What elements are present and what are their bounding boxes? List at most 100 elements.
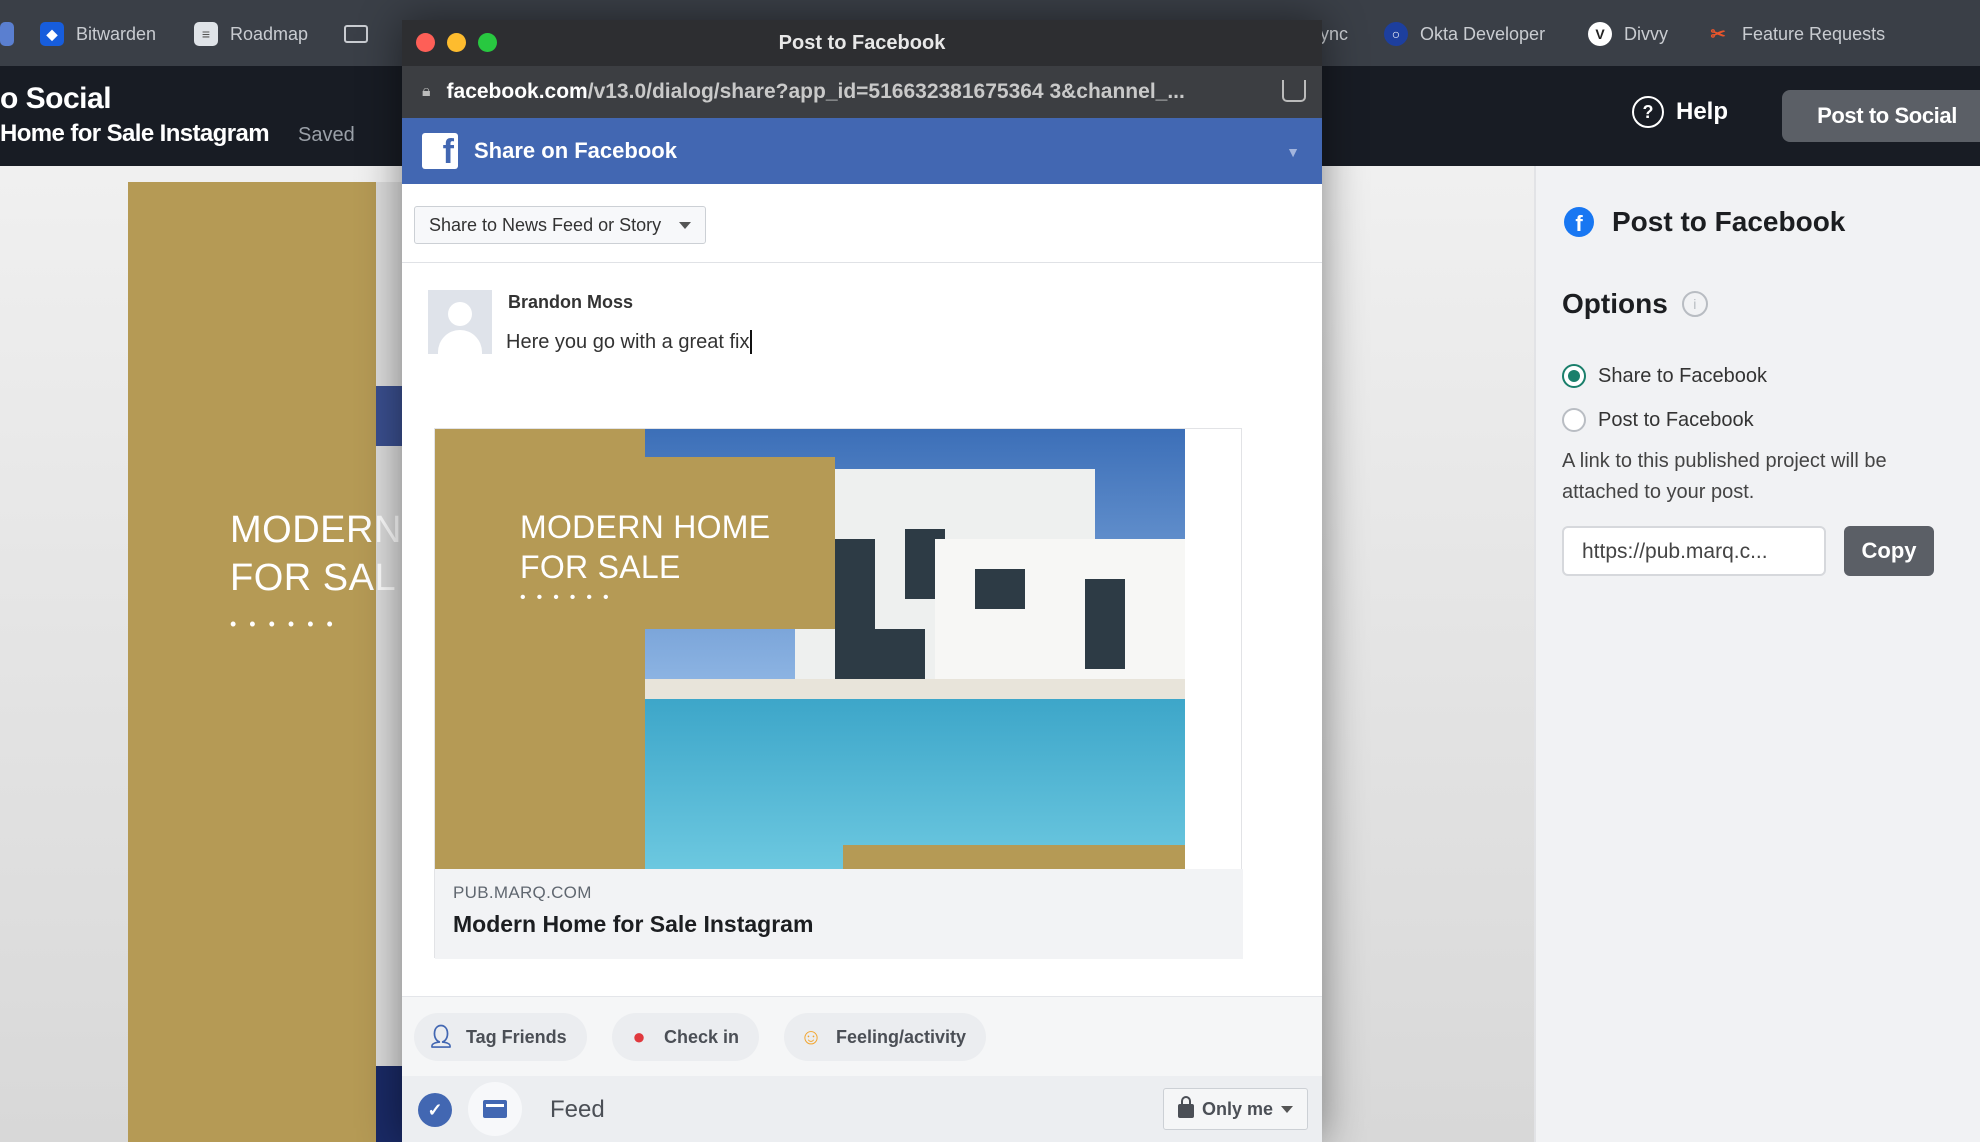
audience-label: Only me — [1201, 1098, 1273, 1119]
design-dots: •••••• — [230, 614, 346, 634]
feed-icon — [468, 1082, 522, 1136]
post-message-input[interactable]: Here you go with a great fix — [506, 330, 752, 354]
roadmap-icon: ≡ — [194, 22, 218, 46]
share-target-dropdown[interactable]: Share to News Feed or Story — [414, 206, 707, 244]
preview-image-title: MODERN HOME FOR SALE — [520, 509, 771, 585]
avatar-head — [448, 302, 472, 326]
options-label: Options — [1562, 288, 1668, 319]
bookmark-label: Divvy — [1624, 23, 1668, 44]
preview-house-wing — [935, 539, 1185, 689]
lock-icon: 🔒︎ — [422, 83, 431, 100]
post-footer: ✓ Feed Only me — [402, 1076, 1322, 1142]
feed-label: Feed — [550, 1096, 605, 1123]
bookmark-roadmap[interactable]: ≡ Roadmap — [194, 20, 308, 48]
preview-window — [835, 629, 925, 679]
okta-icon: ○ — [1384, 22, 1408, 46]
option-post-to-facebook[interactable]: Post to Facebook — [1562, 408, 1754, 432]
smiley-icon: ☺ — [799, 1024, 823, 1049]
bookmark-okta[interactable]: ○ Okta Developer — [1384, 20, 1545, 48]
avatar-body — [438, 330, 482, 354]
audience-dropdown[interactable]: Only me — [1162, 1088, 1308, 1130]
post-to-social-button[interactable]: Post to Social — [1782, 90, 1980, 142]
text-cursor — [750, 330, 752, 354]
url-host: facebook.com — [446, 80, 588, 103]
bookmark-label: Feature Requests — [1742, 23, 1886, 44]
bookmark-folder[interactable] — [344, 20, 368, 48]
bookmark-sync[interactable]: ync — [1320, 20, 1348, 48]
preview-image-dots: •••••• — [520, 589, 620, 606]
preview-image: MODERN HOME FOR SALE •••••• — [435, 429, 1185, 869]
action-label: Feeling/activity — [836, 1026, 967, 1047]
window-controls — [416, 33, 497, 52]
preview-meta: PUB.MARQ.COM Modern Home for Sale Instag… — [435, 869, 1243, 959]
action-label: Tag Friends — [466, 1026, 567, 1047]
app-title: o Social — [0, 82, 112, 115]
post-panel: f Post to Facebook Options i Share to Fa… — [1534, 166, 1980, 1142]
bookmark-label: Okta Developer — [1420, 23, 1546, 44]
post-message-text: Here you go with a great fix — [506, 330, 750, 353]
option-share-to-facebook[interactable]: Share to Facebook — [1562, 364, 1767, 388]
panel-header: f Post to Facebook — [1564, 206, 1845, 238]
location-pin-icon: ● — [632, 1024, 646, 1049]
facebook-logo-icon: f — [422, 133, 458, 169]
minimize-window-button[interactable] — [447, 33, 466, 52]
author-name: Brandon Moss — [508, 292, 634, 312]
option-label: Post to Facebook — [1598, 408, 1754, 431]
chevron-down-icon[interactable]: ▼ — [1286, 144, 1300, 160]
feeling-activity-button[interactable]: ☺ Feeling/activity — [784, 1013, 987, 1061]
share-target-label: Share to News Feed or Story — [429, 214, 662, 235]
question-icon: ? — [1632, 96, 1664, 128]
shield-icon: ◆ — [40, 22, 64, 46]
panel-title: Post to Facebook — [1612, 206, 1846, 237]
preview-window — [975, 569, 1025, 609]
action-label: Check in — [664, 1026, 740, 1047]
bookmark-label: ync — [1320, 23, 1349, 44]
lock-icon — [1177, 1096, 1194, 1118]
bookmark-bitwarden[interactable]: ◆ Bitwarden — [40, 20, 156, 48]
preview-gold-bottom — [843, 845, 1185, 869]
tag-friends-icon: 👤︎ — [427, 1024, 455, 1049]
bookmark-icon — [0, 22, 14, 46]
design-heading: MODERN FOR SAL — [230, 506, 402, 602]
checkmark-icon[interactable]: ✓ — [418, 1093, 452, 1127]
radio-selected-icon[interactable] — [1562, 364, 1586, 388]
copy-button[interactable]: Copy — [1844, 526, 1934, 576]
url-path: /v13.0/dialog/share?app_id=5166323816753… — [587, 80, 1185, 103]
radio-icon[interactable] — [1562, 408, 1586, 432]
window-title: Post to Facebook — [778, 31, 946, 54]
facebook-share-header: f Share on Facebook ▼ — [402, 118, 1322, 184]
tag-friends-button[interactable]: 👤︎ Tag Friends — [414, 1013, 587, 1061]
link-field[interactable]: https://pub.marq.c... — [1562, 526, 1826, 576]
facebook-icon: f — [1564, 207, 1594, 237]
feature-requests-icon: ✂ — [1710, 23, 1726, 44]
option-label: Share to Facebook — [1598, 364, 1767, 387]
zoom-window-button[interactable] — [478, 33, 497, 52]
design-heading-line: MODERN FOR SAL — [230, 509, 402, 599]
divider — [402, 262, 1322, 263]
caret-down-icon — [679, 221, 692, 229]
check-in-button[interactable]: ● Check in — [612, 1013, 760, 1061]
document-name[interactable]: Home for Sale Instagram — [0, 120, 270, 148]
facebook-share-popup: Post to Facebook 🔒︎ facebook.com /v13.0/… — [402, 20, 1322, 1142]
post-actions: 👤︎ Tag Friends ● Check in ☺ Feeling/acti… — [402, 996, 1322, 1076]
link-note: A link to this published project will be… — [1562, 450, 1887, 503]
bookmark-truncated[interactable] — [0, 20, 14, 48]
address-bar[interactable]: 🔒︎ facebook.com /v13.0/dialog/share?app_… — [402, 66, 1322, 118]
close-window-button[interactable] — [416, 33, 435, 52]
bookmark-divvy[interactable]: V Divvy — [1588, 20, 1668, 48]
download-icon[interactable] — [1282, 80, 1306, 102]
divvy-icon: V — [1588, 22, 1612, 46]
bookmark-label: Bitwarden — [76, 23, 157, 44]
info-icon[interactable]: i — [1681, 291, 1708, 317]
caret-down-icon — [1281, 1105, 1293, 1113]
window-titlebar: Post to Facebook — [402, 20, 1322, 66]
preview-window — [1085, 579, 1125, 669]
preview-name: Modern Home for Sale Instagram — [453, 911, 814, 937]
link-preview-card[interactable]: MODERN HOME FOR SALE •••••• PUB.MARQ.COM… — [434, 428, 1243, 959]
bookmark-label: Roadmap — [230, 23, 309, 44]
help-button[interactable]: ? Help — [1632, 96, 1728, 128]
preview-window — [835, 539, 875, 629]
share-header-title: Share on Facebook — [474, 138, 677, 163]
avatar — [428, 290, 492, 354]
bookmark-feature-requests[interactable]: ✂ Feature Requests — [1706, 20, 1885, 48]
